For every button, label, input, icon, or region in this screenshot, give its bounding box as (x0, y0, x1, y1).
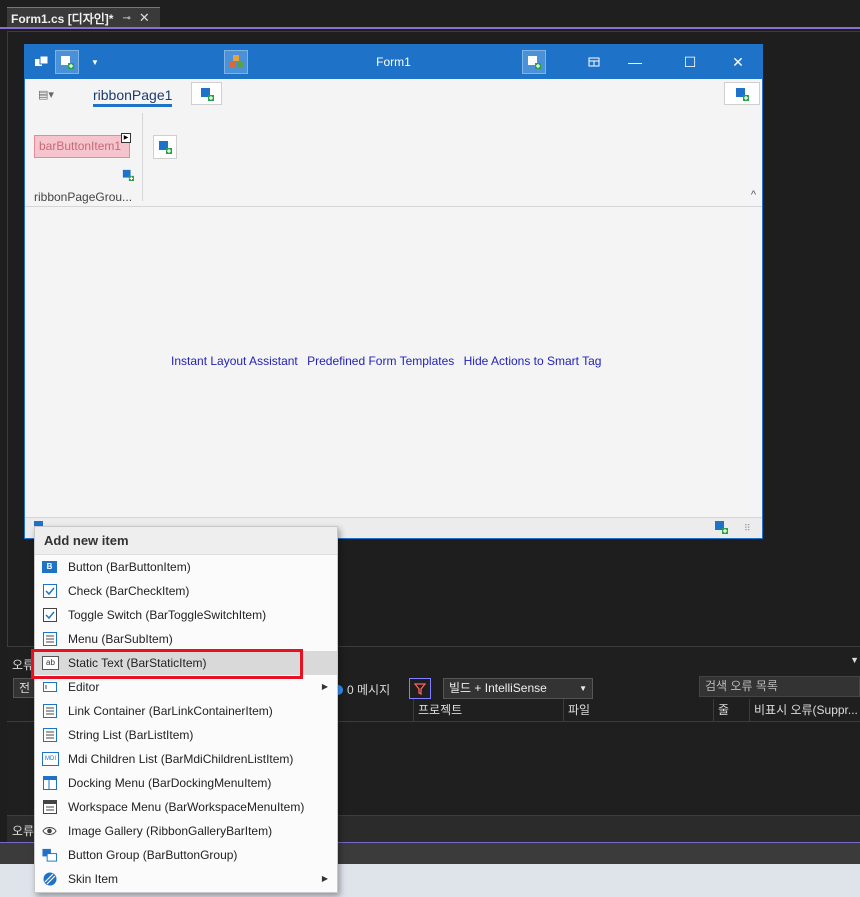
document-tab-form1[interactable]: Form1.cs [디자인]* ⊸ ✕ (7, 7, 160, 28)
smart-links: Instant Layout Assistant Predefined Form… (171, 354, 607, 368)
smart-tag-arrow-icon[interactable]: ▶ (121, 133, 131, 143)
menu-item-label: Menu (BarSubItem) (68, 632, 173, 646)
menu-item-label: Mdi Children List (BarMdiChildrenListIte… (68, 752, 294, 766)
menu-item-check[interactable]: Check (BarCheckItem) (35, 579, 337, 603)
add-title-item-icon[interactable] (522, 50, 546, 74)
document-tab-strip: Form1.cs [디자인]* ⊸ ✕ (0, 0, 860, 28)
ribbon-page-group-label: ribbonPageGrou... (34, 190, 133, 204)
ribbon-page-body: barButtonItem1 ▶ ribbonPageGrou... ^ (25, 111, 762, 207)
close-tab-icon[interactable]: ✕ (139, 10, 150, 26)
menu-item-label: Static Text (BarStaticItem) (68, 656, 207, 670)
submenu-arrow-icon: ▶ (321, 682, 328, 691)
menu-item-image-gallery[interactable]: Image Gallery (RibbonGalleryBarItem) (35, 819, 337, 843)
pin-icon[interactable]: ⊸ (122, 13, 130, 24)
menu-item-workspace-menu[interactable]: Workspace Menu (BarWorkspaceMenuItem) (35, 795, 337, 819)
menu-item-string-list[interactable]: String List (BarListItem) (35, 723, 337, 747)
build-source-value: 빌드 + IntelliSense (449, 681, 547, 695)
menu-item-button[interactable]: B Button (BarButtonItem) (35, 555, 337, 579)
column-file[interactable]: 파일 (563, 699, 713, 721)
form-client-area: Instant Layout Assistant Predefined Form… (25, 207, 762, 517)
menu-item-label: String List (BarListItem) (68, 728, 194, 742)
chevron-down-icon: ▼ (579, 684, 587, 693)
button-b-icon: B (42, 561, 57, 573)
submenu-arrow-icon: ▶ (321, 874, 328, 883)
menu-icon (42, 632, 57, 646)
add-toolbar-item-icon[interactable] (55, 50, 79, 74)
menu-item-toggle-switch[interactable]: Toggle Switch (BarToggleSwitchItem) (35, 603, 337, 627)
group-separator (142, 113, 143, 201)
tab-ribbonpage1[interactable]: ribbonPage1 (93, 87, 173, 107)
menu-item-label: Link Container (BarLinkContainerItem) (68, 704, 273, 718)
checkbox-icon (42, 584, 57, 598)
menu-item-label: Button (BarButtonItem) (68, 560, 191, 574)
filter-icon[interactable] (409, 678, 431, 699)
menu-item-static-text[interactable]: ab Static Text (BarStaticItem) (35, 651, 337, 675)
add-new-item-menu: Add new item B Button (BarButtonItem) Ch… (34, 526, 338, 893)
toggle-check-icon (42, 608, 57, 622)
menu-item-label: Skin Item (68, 872, 119, 886)
menu-header: Add new item (35, 527, 337, 555)
column-suppression[interactable]: 비표시 오류(Suppr... (749, 699, 860, 721)
ribbon-display-options-icon[interactable] (576, 45, 612, 79)
panel-tab-errors[interactable]: 오류 (12, 822, 34, 839)
menu-item-mdi-children-list[interactable]: MDI Mdi Children List (BarMdiChildrenLis… (35, 747, 337, 771)
menu-item-label: Docking Menu (BarDockingMenuItem) (68, 776, 272, 790)
eye-icon (42, 824, 57, 838)
menu-item-docking-menu[interactable]: Docking Menu (BarDockingMenuItem) (35, 771, 337, 795)
link-predefined-form-templates[interactable]: Predefined Form Templates (307, 354, 454, 368)
menu-item-label: Check (BarCheckItem) (68, 584, 190, 598)
bar-button-item1[interactable]: barButtonItem1 ▶ (34, 133, 131, 158)
workspace-menu-icon (42, 800, 57, 814)
windows-icon[interactable] (30, 50, 54, 74)
menu-item-label: Workspace Menu (BarWorkspaceMenuItem) (68, 800, 305, 814)
ribbon-collapse-icon[interactable]: ^ (751, 189, 756, 201)
column-line[interactable]: 줄 (713, 699, 749, 721)
column-project[interactable]: 프로젝트 (413, 699, 563, 721)
static-text-ab-icon: ab (42, 656, 59, 670)
menu-item-skin-item[interactable]: Skin Item ▶ (35, 867, 337, 891)
link-hide-actions[interactable]: Hide Actions to Smart Tag (464, 354, 602, 368)
add-ribbon-page-button[interactable] (191, 82, 222, 105)
ribbon-menu-icon[interactable]: ▤▾ (38, 88, 54, 101)
add-status-bar-item-icon[interactable] (714, 520, 728, 537)
size-grip-icon[interactable]: ⠿ (744, 523, 751, 534)
menu-item-label: Editor (68, 680, 100, 694)
menu-item-menu[interactable]: Menu (BarSubItem) (35, 627, 337, 651)
add-ribbon-group-button[interactable] (153, 135, 177, 159)
form1-window[interactable]: Form1 ▼ — ☐ ✕ ▤▾ ribbonPage1 barButtonIt… (24, 44, 763, 539)
ribbon-tab-row: ▤▾ ribbonPage1 (25, 79, 762, 111)
mdi-icon: MDI (42, 752, 59, 766)
bar-button-item1-label: barButtonItem1 (39, 139, 122, 153)
messages-count: 0 메시지 (347, 683, 391, 697)
skin-icon (42, 872, 57, 886)
add-group-item-icon[interactable] (122, 169, 134, 184)
link-container-icon (42, 704, 57, 718)
link-instant-layout-assistant[interactable]: Instant Layout Assistant (171, 354, 298, 368)
panel-title: 오류 (12, 658, 35, 672)
quick-access-dropdown-icon[interactable]: ▼ (83, 50, 107, 74)
skin-palette-icon[interactable] (224, 50, 248, 74)
menu-item-link-container[interactable]: Link Container (BarLinkContainerItem) (35, 699, 337, 723)
button-group-icon (42, 848, 57, 862)
menu-item-label: Image Gallery (RibbonGalleryBarItem) (68, 824, 273, 838)
editor-icon (42, 680, 57, 694)
close-window-button[interactable]: ✕ (720, 45, 756, 79)
docking-menu-icon (42, 776, 57, 790)
search-error-list-input[interactable]: 검색 오류 목록 (699, 676, 860, 697)
menu-item-button-group[interactable]: Button Group (BarButtonGroup) (35, 843, 337, 867)
string-list-icon (42, 728, 57, 742)
panel-options-icon[interactable]: ▼ (850, 655, 859, 665)
form-titlebar[interactable]: Form1 ▼ — ☐ ✕ (25, 45, 762, 79)
messages-filter[interactable]: 0 메시지 (333, 681, 390, 698)
menu-item-label: Button Group (BarButtonGroup) (68, 848, 238, 862)
menu-item-label: Toggle Switch (BarToggleSwitchItem) (68, 608, 267, 622)
minimize-button[interactable]: — (617, 45, 653, 79)
document-tab-underline (0, 27, 860, 29)
maximize-button[interactable]: ☐ (672, 45, 708, 79)
add-page-header-item-button[interactable] (724, 82, 760, 105)
menu-item-editor[interactable]: Editor ▶ (35, 675, 337, 699)
document-tab-title: Form1.cs [디자인]* (11, 11, 114, 26)
build-source-select[interactable]: 빌드 + IntelliSense ▼ (443, 678, 593, 699)
